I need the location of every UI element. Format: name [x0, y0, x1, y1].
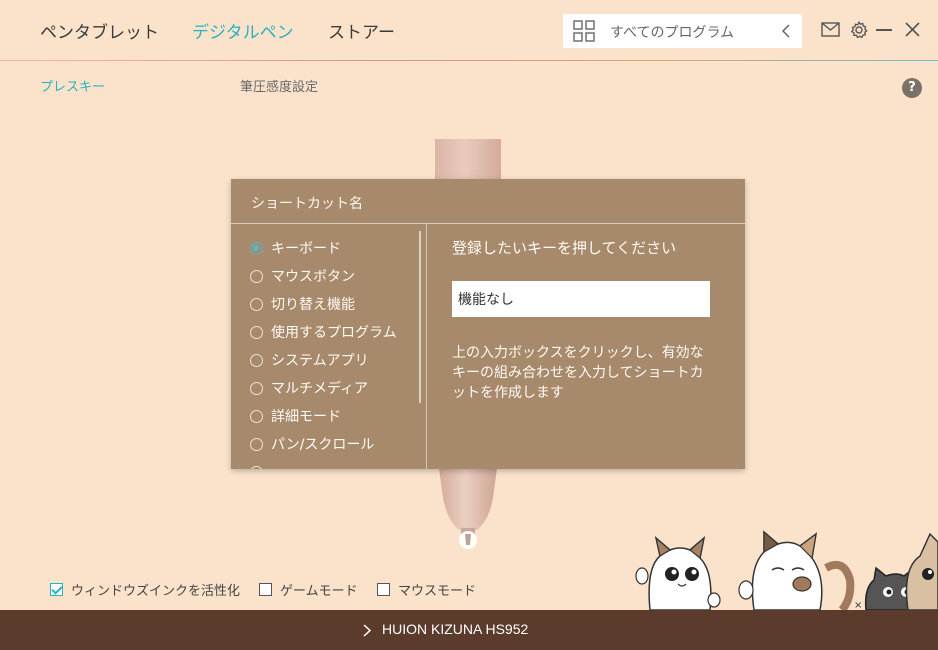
device-footer[interactable]: HUION KIZUNA HS952 — [0, 610, 938, 650]
option-label: システムアプリ — [271, 353, 369, 369]
dialog-title: ショートカット名 — [251, 196, 363, 212]
option-label: 使用するプログラム — [271, 325, 397, 341]
shortcut-help-text: 上の入力ボックスをクリックし、有効なキーの組み合わせを入力してショートカットを作… — [452, 345, 704, 401]
minimize-icon[interactable] — [876, 29, 892, 31]
dialog-divider — [231, 223, 745, 224]
subtab-pressure-sensitivity[interactable]: 筆圧感度設定 — [240, 76, 318, 95]
header-bar: ペンタブレット デジタルペン ストアー すべてのプログラム — [0, 0, 938, 60]
radio-button[interactable] — [250, 437, 263, 451]
radio-button[interactable] — [250, 269, 263, 283]
windows-ink-checkbox[interactable]: ウィンドウズインクを活性化 — [50, 580, 240, 599]
radio-button[interactable] — [250, 353, 263, 367]
cats-illustration: × — [635, 530, 938, 610]
option-list-scrollbar[interactable] — [419, 231, 421, 403]
dialog-column-divider — [426, 224, 427, 469]
option-mouse-button[interactable]: マウスボタン — [250, 262, 420, 290]
shortcut-dialog: ショートカット名 キーボード マウスボタン 切り替え機能 使用するプログラム シ… — [231, 179, 745, 469]
shortcut-key-input[interactable] — [452, 281, 710, 317]
option-advanced-mode[interactable]: 詳細モード — [250, 402, 420, 430]
option-label: 切り替え機能 — [271, 297, 355, 313]
option-label: 詳細モード — [271, 409, 341, 425]
gear-icon[interactable] — [850, 21, 868, 39]
tab-store[interactable]: ストアー — [328, 18, 395, 43]
checkbox[interactable] — [377, 583, 390, 596]
mouse-mode-checkbox[interactable]: マウスモード — [377, 580, 476, 599]
checkbox-label: ゲームモード — [280, 584, 358, 599]
chevron-left-icon — [781, 24, 790, 38]
pen-tip-image — [439, 468, 497, 549]
tab-digital-pen[interactable]: デジタルペン — [192, 18, 294, 43]
option-label: マルチメディア — [271, 381, 369, 397]
option-run-program[interactable]: 使用するプログラム — [250, 318, 420, 346]
option-switch-function[interactable]: 切り替え機能 — [250, 290, 420, 318]
checkbox[interactable] — [259, 583, 272, 596]
subtab-press-key[interactable]: プレスキー — [40, 76, 105, 95]
svg-text:×: × — [854, 600, 862, 610]
mail-icon[interactable] — [821, 22, 840, 37]
option-label: パン/スクロール — [271, 437, 375, 453]
grid-icon — [573, 20, 595, 42]
cat-figure — [905, 532, 938, 610]
tab-pen-tablet[interactable]: ペンタブレット — [40, 18, 159, 43]
option-multimedia[interactable]: マルチメディア — [250, 374, 420, 402]
help-icon[interactable]: ? — [902, 78, 922, 98]
radio-button[interactable] — [250, 409, 263, 423]
program-select[interactable]: すべてのプログラム — [563, 14, 802, 48]
cat-figure — [635, 535, 721, 610]
key-prompt: 登録したいキーを押してください — [452, 239, 677, 257]
checkbox-label: ウィンドウズインクを活性化 — [71, 584, 241, 599]
chevron-right-icon — [363, 624, 371, 637]
close-icon[interactable] — [905, 22, 920, 37]
option-keyboard[interactable]: キーボード — [250, 234, 420, 262]
program-select-label: すべてのプログラム — [610, 25, 735, 41]
option-label: キーボード — [271, 241, 341, 257]
radio-button[interactable] — [250, 297, 263, 311]
checkbox-label: マウスモード — [398, 584, 477, 599]
radio-button[interactable] — [250, 241, 263, 255]
option-system-app[interactable]: システムアプリ — [250, 346, 420, 374]
device-name: HUION KIZUNA HS952 — [382, 621, 529, 637]
option-more-partial[interactable] — [250, 458, 420, 469]
header-divider — [0, 60, 938, 61]
game-mode-checkbox[interactable]: ゲームモード — [259, 580, 358, 599]
shortcut-type-list: キーボード マウスボタン 切り替え機能 使用するプログラム システムアプリ マル… — [250, 234, 420, 469]
radio-button[interactable] — [250, 325, 263, 339]
radio-button[interactable] — [250, 381, 263, 395]
cat-figure — [738, 530, 855, 610]
option-label: マウスボタン — [271, 269, 355, 285]
pen-body-image — [435, 139, 501, 184]
checkbox[interactable] — [50, 583, 63, 596]
option-pan-scroll[interactable]: パン/スクロール — [250, 430, 420, 458]
radio-button[interactable] — [250, 465, 263, 469]
